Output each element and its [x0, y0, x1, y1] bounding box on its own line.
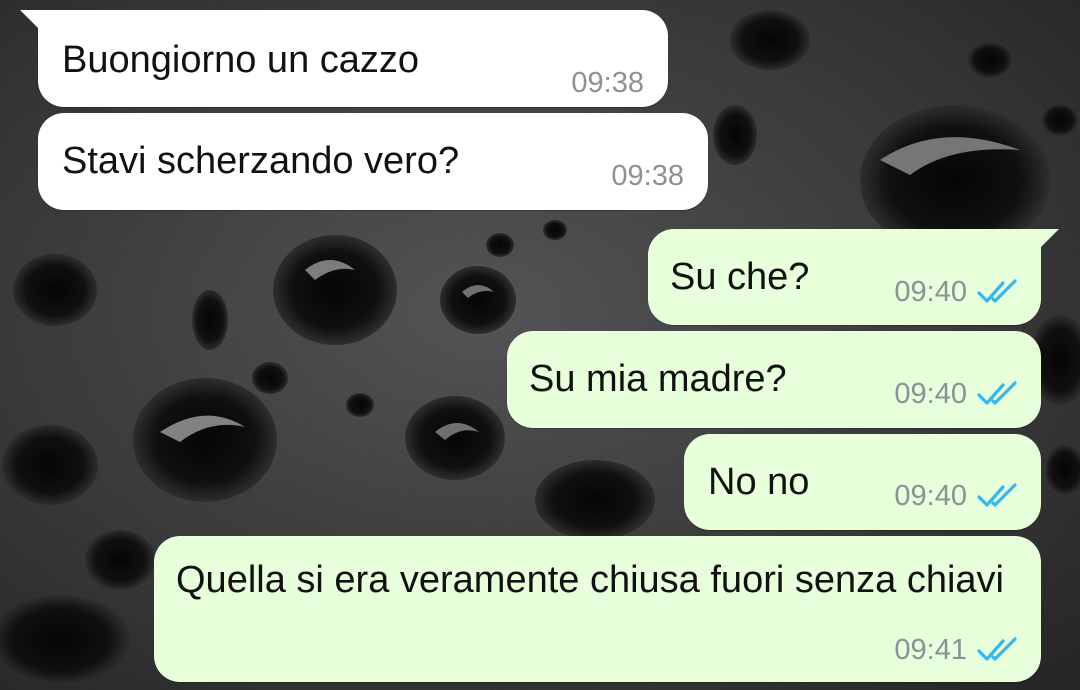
bubble-tail [20, 10, 38, 28]
message-bubble-incoming[interactable]: Stavi scherzando vero? 09:38 [38, 113, 708, 210]
double-check-read-icon [977, 637, 1017, 661]
message-time: 09:40 [894, 480, 967, 512]
message-bubble-outgoing[interactable]: No no 09:40 [684, 434, 1041, 530]
message-bubble-outgoing[interactable]: Su mia madre? 09:40 [507, 331, 1041, 428]
message-time: 09:40 [894, 276, 967, 308]
message-meta: 09:38 [571, 67, 644, 99]
message-time: 09:38 [571, 67, 644, 99]
message-text: Stavi scherzando vero? [62, 140, 460, 182]
double-check-read-icon [977, 381, 1017, 405]
message-time: 09:38 [611, 160, 684, 192]
double-check-read-icon [977, 279, 1017, 303]
message-time: 09:41 [894, 634, 967, 666]
message-bubble-incoming[interactable]: Buongiorno un cazzo 09:38 [20, 10, 668, 107]
message-meta: 09:41 [894, 634, 1019, 666]
double-check-read-icon [977, 483, 1017, 507]
bubble-tail [1041, 229, 1059, 247]
message-meta: 09:40 [894, 276, 1019, 308]
message-text: Quella si era veramente chiusa fuori sen… [176, 559, 1004, 601]
message-text: No no [708, 461, 810, 503]
message-bubble-outgoing[interactable]: Su che? 09:40 [648, 229, 1059, 325]
message-time: 09:40 [894, 378, 967, 410]
message-text: Su che? [670, 256, 810, 298]
message-meta: 09:38 [611, 160, 684, 192]
message-meta: 09:40 [894, 480, 1019, 512]
message-bubble-outgoing[interactable]: Quella si era veramente chiusa fuori sen… [154, 536, 1041, 682]
message-text: Su mia madre? [529, 358, 787, 400]
message-meta: 09:40 [894, 378, 1019, 410]
message-text: Buongiorno un cazzo [62, 39, 420, 81]
